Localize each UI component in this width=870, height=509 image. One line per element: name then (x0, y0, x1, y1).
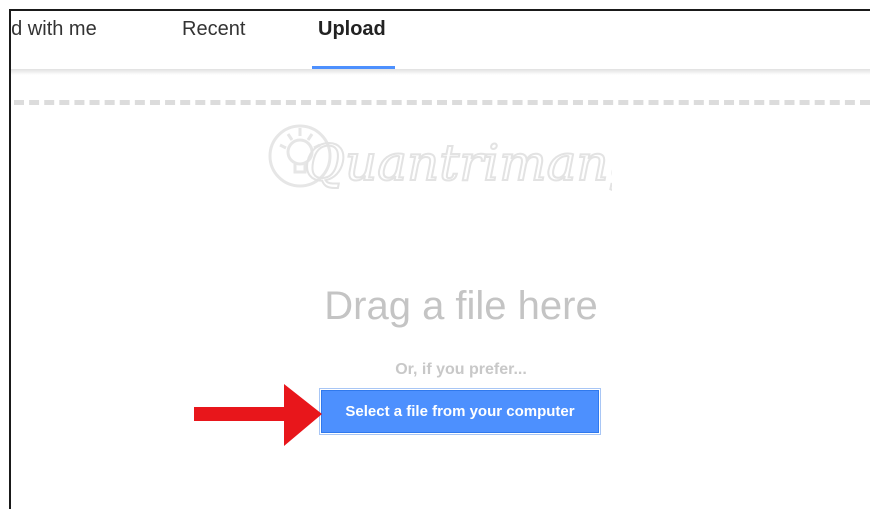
watermark-text: Quantrimang (304, 134, 612, 192)
upload-dialog (9, 9, 870, 509)
tab-bar: ed with me Recent Upload (11, 11, 870, 69)
tab-recent[interactable]: Recent (182, 11, 245, 69)
select-file-button[interactable]: Select a file from your computer (319, 388, 601, 435)
arrow-shape (194, 384, 322, 446)
dropzone-dashed-border (14, 100, 870, 105)
tab-bar-shadow (11, 69, 870, 75)
tab-upload[interactable]: Upload (318, 11, 386, 69)
tab-upload-label: Upload (318, 18, 386, 40)
tab-shared-label: ed with me (11, 18, 97, 40)
prefer-hint: Or, if you prefer... (395, 361, 527, 378)
tab-recent-label: Recent (182, 18, 246, 40)
red-arrow-icon (194, 384, 322, 446)
drag-file-heading: Drag a file here (324, 284, 598, 328)
watermark-logo: Quantrimang (268, 124, 612, 193)
tab-shared-with-me[interactable]: ed with me (11, 11, 140, 69)
